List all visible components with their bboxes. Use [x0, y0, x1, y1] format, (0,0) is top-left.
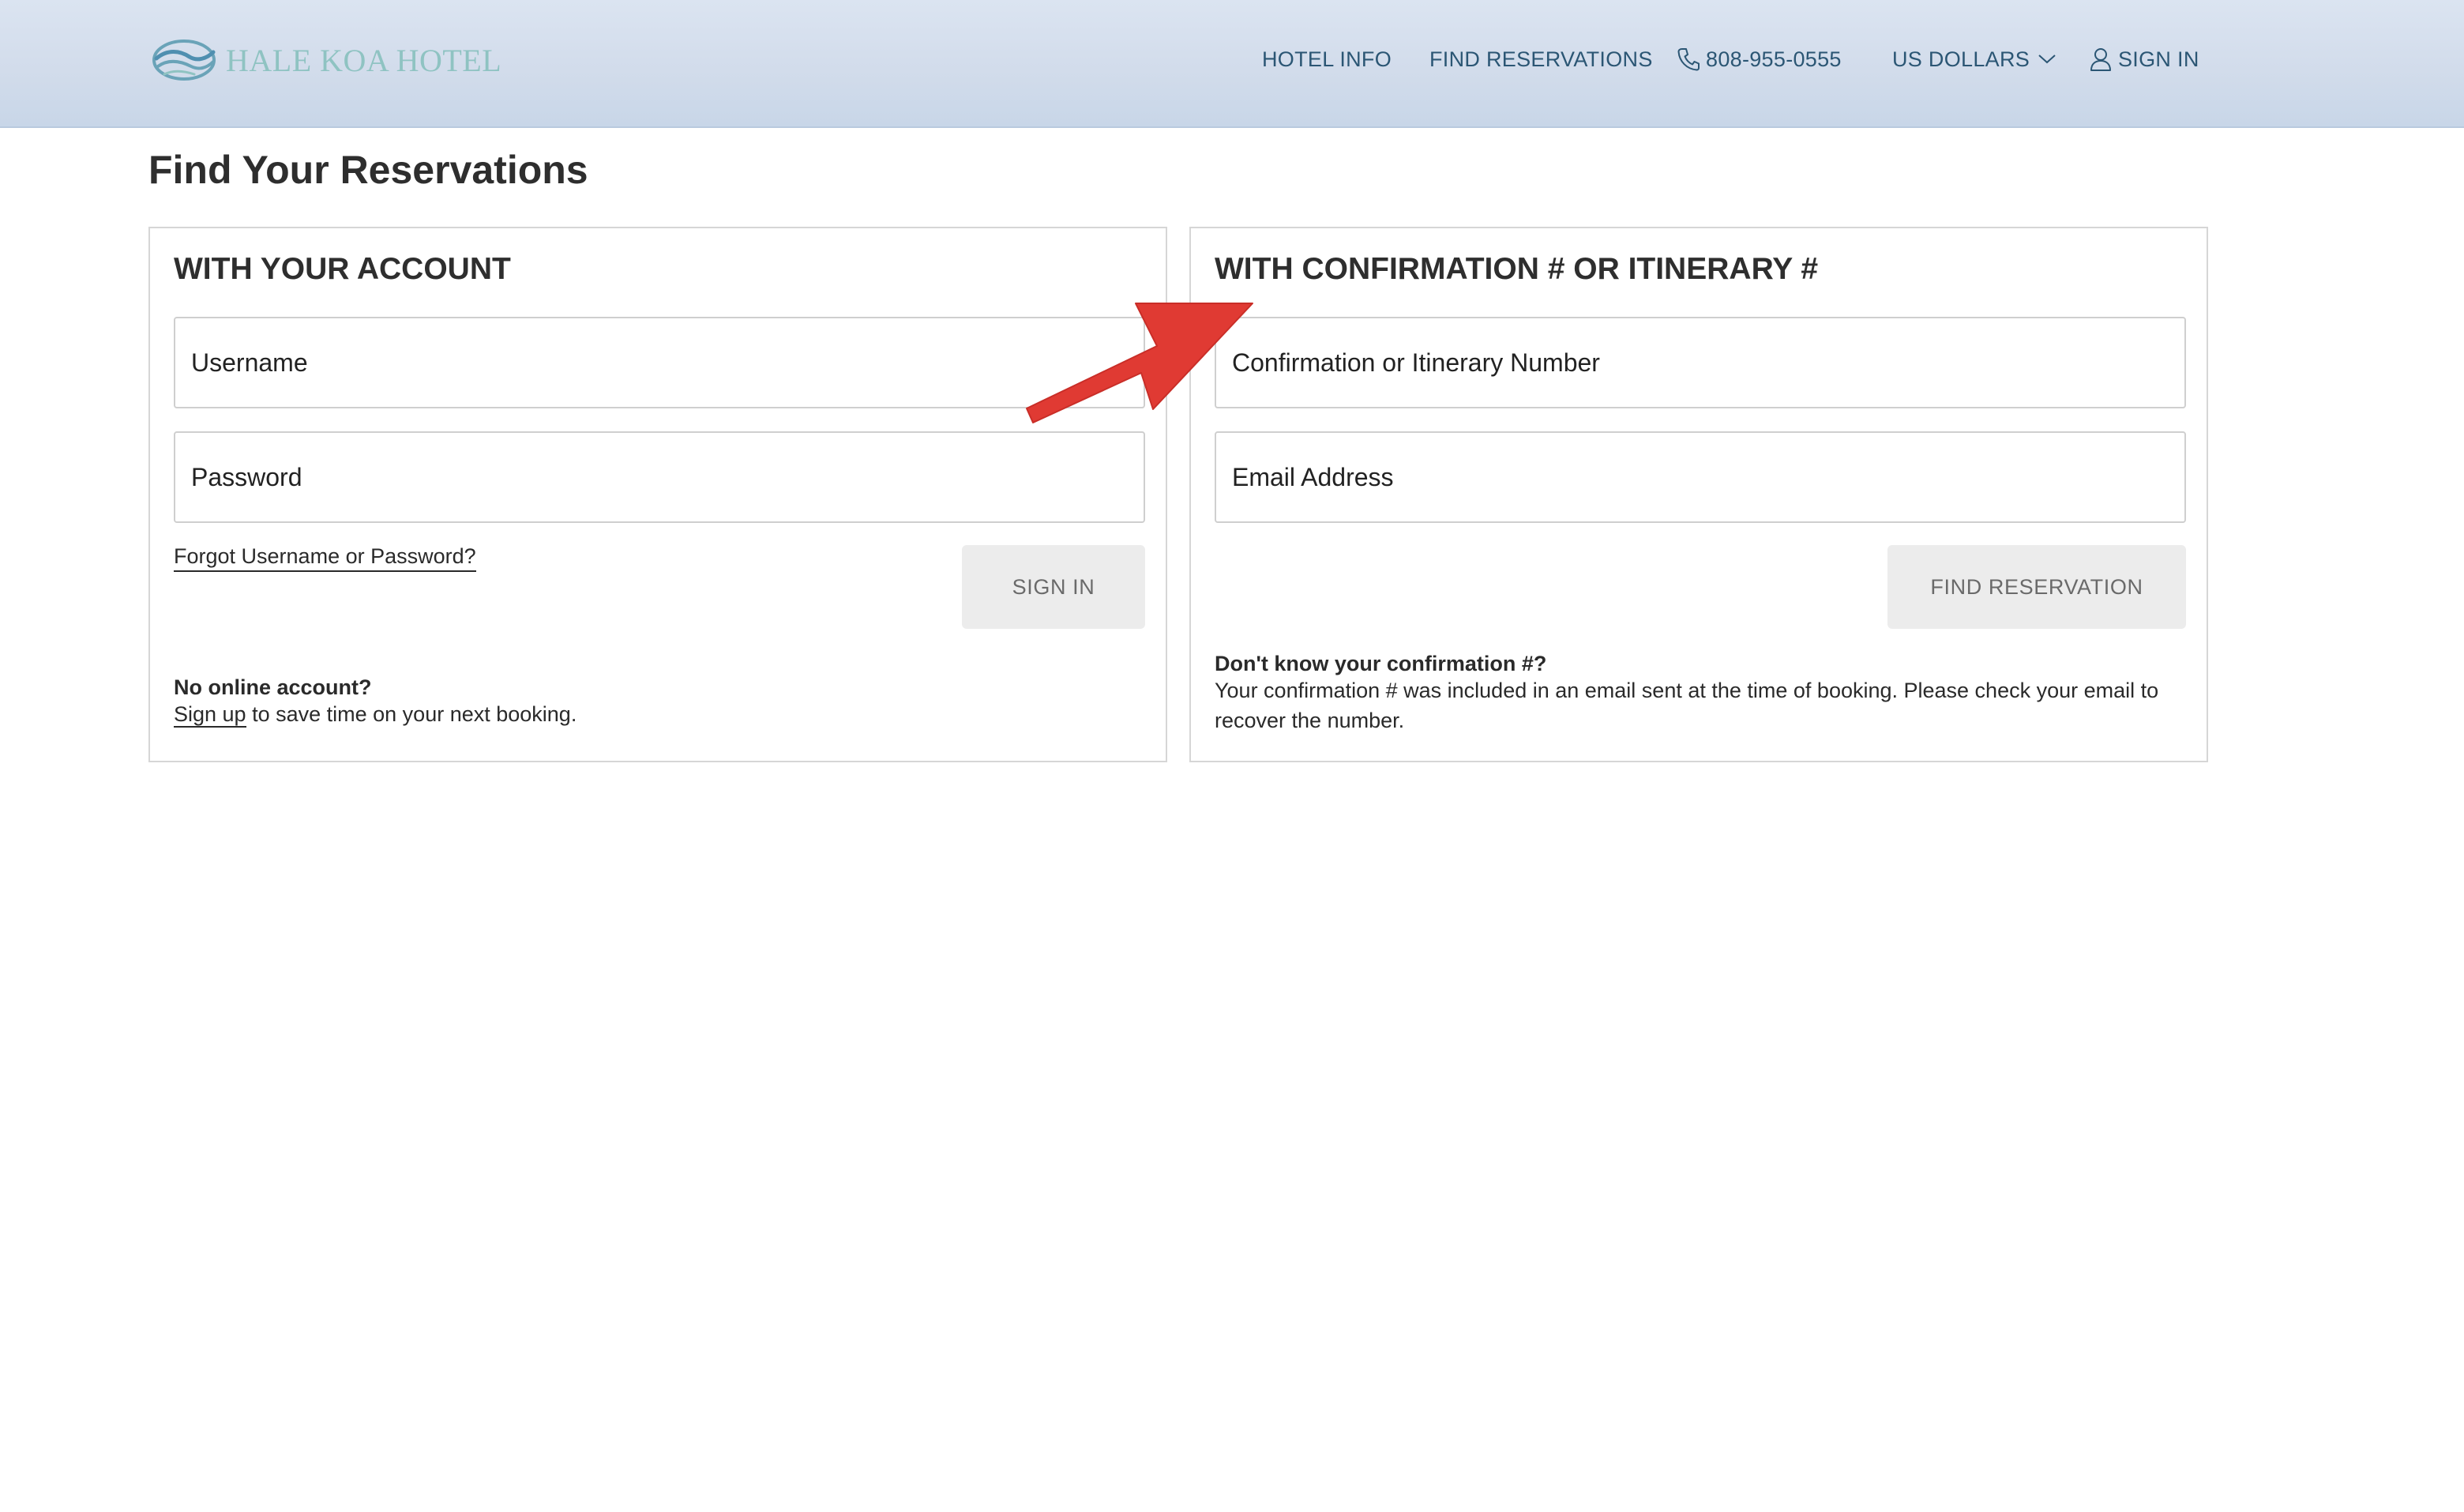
- no-account-heading: No online account?: [174, 675, 372, 699]
- account-login-panel: WITH YOUR ACCOUNT Forgot Username or Pas…: [148, 227, 1167, 762]
- account-panel-heading: WITH YOUR ACCOUNT: [174, 252, 511, 286]
- phone-icon: [1677, 48, 1700, 71]
- nav-hotel-info[interactable]: HOTEL INFO: [1262, 38, 1392, 81]
- nav-phone-number: 808-955-0555: [1706, 47, 1842, 71]
- confirmation-panel-heading: WITH CONFIRMATION # OR ITINERARY #: [1215, 252, 1819, 286]
- site-header: HALE KOA HOTEL HOTEL INFO FIND RESERVATI…: [0, 0, 2464, 128]
- nav-find-reservations-label: FIND RESERVATIONS: [1429, 47, 1653, 71]
- page-title: Find Your Reservations: [148, 148, 588, 192]
- brand-name: HALE KOA HOTEL: [226, 42, 502, 78]
- user-icon: [2090, 48, 2111, 71]
- nav-sign-in-label: SIGN IN: [2118, 47, 2199, 71]
- find-reservation-button[interactable]: FIND RESERVATION: [1887, 545, 2186, 629]
- sign-up-link[interactable]: Sign up: [174, 702, 246, 728]
- nav-phone[interactable]: 808-955-0555: [1677, 38, 1842, 81]
- forgot-credentials-link[interactable]: Forgot Username or Password?: [174, 544, 476, 572]
- sign-up-prompt-text: to save time on your next booking.: [246, 702, 577, 726]
- confirmation-help-text: Your confirmation # was included in an e…: [1215, 679, 2159, 732]
- wave-logo-icon: [152, 39, 216, 81]
- nav-find-reservations[interactable]: FIND RESERVATIONS: [1429, 38, 1653, 81]
- nav-currency-select[interactable]: US DOLLARS: [1892, 38, 2056, 81]
- nav-currency-label: US DOLLARS: [1892, 47, 2030, 71]
- password-input[interactable]: [174, 431, 1145, 523]
- confirmation-number-input[interactable]: [1215, 317, 2186, 408]
- nav-hotel-info-label: HOTEL INFO: [1262, 47, 1392, 71]
- email-address-input[interactable]: [1215, 431, 2186, 523]
- nav-sign-in[interactable]: SIGN IN: [2090, 38, 2199, 81]
- sign-up-prompt: Sign up to save time on your next bookin…: [174, 699, 577, 729]
- confirmation-help-heading: Don't know your confirmation #?: [1215, 652, 1547, 675]
- brand-logo[interactable]: HALE KOA HOTEL: [150, 35, 501, 85]
- confirmation-lookup-panel: WITH CONFIRMATION # OR ITINERARY # FIND …: [1189, 227, 2208, 762]
- chevron-down-icon: [2038, 55, 2056, 64]
- username-input[interactable]: [174, 317, 1145, 408]
- sign-in-button[interactable]: SIGN IN: [962, 545, 1145, 629]
